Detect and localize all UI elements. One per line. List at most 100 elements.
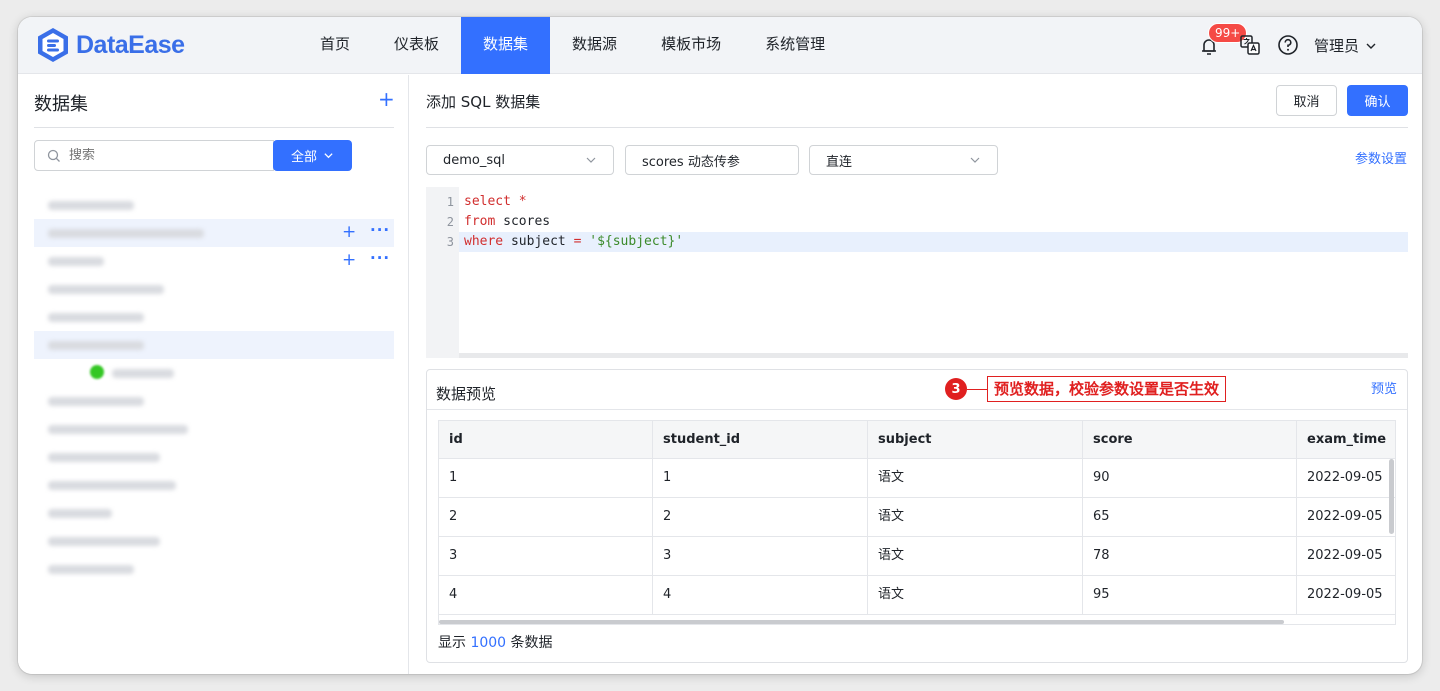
editor-scrollbar[interactable] <box>459 353 1408 358</box>
brand-name: DataEase <box>76 30 185 59</box>
table-cell: 4 <box>439 576 653 614</box>
token: select <box>464 194 511 209</box>
sidebar-title: 数据集 <box>34 94 88 115</box>
tree-item[interactable] <box>34 275 394 303</box>
column-header[interactable]: student_id <box>653 421 868 459</box>
table-cell: 2 <box>653 498 868 536</box>
cancel-button[interactable]: 取消 <box>1276 85 1337 116</box>
token: where <box>464 234 504 249</box>
nav-dataset[interactable]: 数据集 <box>461 17 551 74</box>
preview-table: id student_id subject score exam_time 1 … <box>438 420 1396 625</box>
callout-annotation: 预览数据，校验参数设置是否生效 <box>987 376 1227 402</box>
table-header: id student_id subject score exam_time <box>439 421 1395 459</box>
sql-editor[interactable]: 1 select * 2 from scores 3 where subject… <box>426 187 1408 358</box>
table-cell: 语文 <box>868 459 1083 497</box>
datasource-select[interactable]: demo_sql <box>426 145 614 175</box>
token: from <box>464 214 496 229</box>
token: '${subject}' <box>589 234 684 249</box>
horizontal-scrollbar[interactable] <box>439 620 1284 624</box>
tree-item[interactable] <box>34 303 394 331</box>
nav-template-market[interactable]: 模板市场 <box>639 17 743 74</box>
code-area[interactable] <box>459 187 1408 353</box>
tree-item[interactable] <box>34 359 394 387</box>
language-icon[interactable] <box>1239 34 1261 56</box>
table-cell: 3 <box>653 537 868 575</box>
preview-link[interactable]: 预览 <box>1371 378 1397 397</box>
search-box[interactable] <box>34 140 274 171</box>
column-header[interactable]: exam_time <box>1297 421 1395 459</box>
more-icon[interactable]: ··· <box>370 249 390 267</box>
tree-item[interactable] <box>34 415 394 443</box>
param-settings-link[interactable]: 参数设置 <box>1355 148 1407 167</box>
chevron-down-icon <box>1366 43 1376 49</box>
table-cell: 2022-09-05 <box>1297 537 1395 575</box>
dataset-name-value: scores 动态传参 <box>642 154 740 170</box>
table-row: 2 2 语文 65 2022-09-05 <box>439 498 1395 537</box>
tree-item[interactable] <box>34 331 394 359</box>
table-cell: 95 <box>1083 576 1297 614</box>
chevron-down-icon <box>586 157 596 163</box>
page-title: 添加 SQL 数据集 <box>426 93 541 111</box>
table-cell: 2 <box>439 498 653 536</box>
search-icon <box>47 149 60 162</box>
user-name: 管理员 <box>1314 37 1360 55</box>
mode-select[interactable]: 直连 <box>809 145 998 175</box>
table-row: 4 4 语文 95 2022-09-05 <box>439 576 1395 615</box>
table-cell: 1 <box>439 459 653 497</box>
code-line: where subject = '${subject}' <box>464 232 683 252</box>
line-number: 1 <box>446 195 454 209</box>
dataset-name-input[interactable]: scores 动态传参 <box>625 145 799 175</box>
column-header[interactable]: subject <box>868 421 1083 459</box>
logo[interactable]: DataEase <box>36 26 185 64</box>
nav-home[interactable]: 首页 <box>298 17 372 74</box>
tree-item[interactable]: + ··· <box>34 247 394 275</box>
chevron-down-icon <box>324 153 333 159</box>
column-header[interactable]: score <box>1083 421 1297 459</box>
more-icon[interactable]: ··· <box>370 221 390 239</box>
scope-filter-button[interactable]: 全部 <box>273 140 352 171</box>
nav-datasource[interactable]: 数据源 <box>550 17 639 74</box>
tree-item[interactable] <box>34 443 394 471</box>
code-line: select * <box>464 192 527 212</box>
table-cell: 2022-09-05 <box>1297 576 1395 614</box>
add-dataset-icon[interactable]: + <box>378 87 395 111</box>
tree-item[interactable]: + ··· <box>34 219 394 247</box>
table-cell: 语文 <box>868 498 1083 536</box>
search-input[interactable] <box>69 148 249 163</box>
datasource-value: demo_sql <box>443 152 506 168</box>
table-cell: 78 <box>1083 537 1297 575</box>
preview-title: 数据预览 <box>436 385 497 403</box>
table-row: 3 3 语文 78 2022-09-05 <box>439 537 1395 576</box>
token: * <box>518 194 527 209</box>
main-nav: 首页 仪表板 数据集 数据源 模板市场 系统管理 <box>298 17 847 74</box>
tree-item[interactable] <box>34 471 394 499</box>
nav-system-admin[interactable]: 系统管理 <box>743 17 847 74</box>
divider <box>426 127 1408 128</box>
dataset-sidebar: 数据集 + 全部 + ··· <box>18 75 409 674</box>
nav-dashboard[interactable]: 仪表板 <box>372 17 461 74</box>
column-header[interactable]: id <box>439 421 653 459</box>
row-count: 1000 <box>470 635 507 651</box>
table-cell: 语文 <box>868 576 1083 614</box>
tree-item[interactable] <box>34 555 394 583</box>
add-child-icon[interactable]: + <box>342 222 356 242</box>
tree-item[interactable] <box>34 191 394 219</box>
table-cell: 语文 <box>868 537 1083 575</box>
add-child-icon[interactable]: + <box>342 250 356 270</box>
app-window: DataEase 首页 仪表板 数据集 数据源 模板市场 系统管理 99+ 管理… <box>18 17 1422 674</box>
scope-label: 全部 <box>290 150 317 165</box>
tree-item[interactable] <box>34 499 394 527</box>
tree-item[interactable] <box>34 387 394 415</box>
divider <box>427 409 1407 410</box>
confirm-button[interactable]: 确认 <box>1347 85 1408 116</box>
tree-item[interactable] <box>34 527 394 555</box>
footer-suffix: 条数据 <box>510 635 553 651</box>
vertical-scrollbar[interactable] <box>1389 459 1394 534</box>
chevron-down-icon <box>970 157 980 163</box>
user-menu[interactable]: 管理员 <box>1314 35 1377 56</box>
table-cell: 2022-09-05 <box>1297 459 1395 497</box>
help-icon[interactable] <box>1277 34 1299 56</box>
table-cell: 1 <box>653 459 868 497</box>
callout-leader-line <box>967 389 987 390</box>
